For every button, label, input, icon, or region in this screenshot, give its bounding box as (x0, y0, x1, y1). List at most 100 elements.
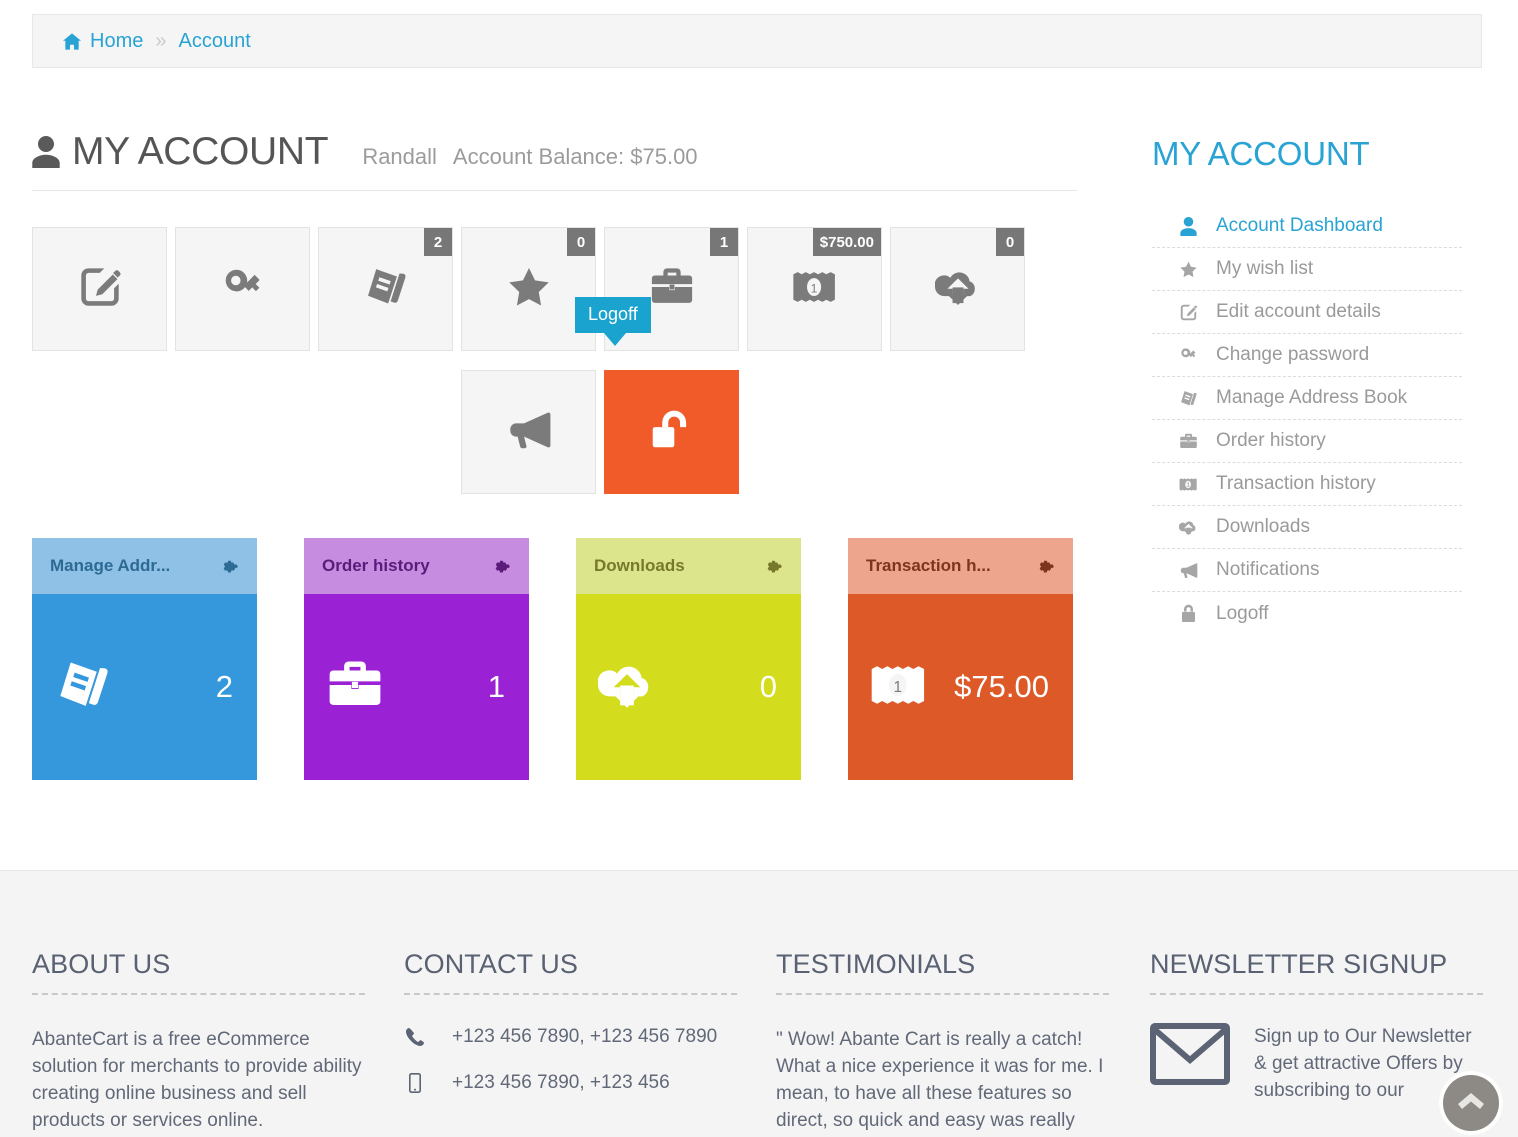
breadcrumb-home-label: Home (90, 29, 144, 52)
unlock-icon (649, 407, 695, 458)
user-icon (32, 136, 60, 168)
stat-tile-body: 1 $75.00 (848, 594, 1073, 780)
gear-icon[interactable] (492, 557, 511, 576)
icon-tile-edit-account-details[interactable] (32, 227, 167, 351)
icon-tile-badge: 0 (567, 228, 595, 256)
stat-tile-downloads[interactable]: Downloads 0 (576, 538, 801, 780)
footer-about-us: ABOUT US AbanteCart is a free eCommerce … (32, 949, 367, 1134)
sidebar-item-logoff[interactable]: Logoff (1152, 592, 1462, 635)
breadcrumb-separator: » (155, 29, 167, 52)
stat-tile-value: 1 (487, 669, 505, 704)
svg-text:1: 1 (894, 678, 903, 695)
cloud-download-icon (1178, 518, 1198, 537)
stat-tile-order-history[interactable]: Order history 1 (304, 538, 529, 780)
footer-newsletter: NEWSLETTER SIGNUP Sign up to Our Newslet… (1150, 949, 1485, 1104)
book-icon (363, 264, 409, 315)
sidebar-item-label: Logoff (1216, 602, 1269, 624)
stat-tile-header: Downloads (576, 538, 801, 594)
divider (1150, 993, 1483, 995)
divider (32, 993, 365, 995)
stat-tile-header: Transaction h... (848, 538, 1073, 594)
sidebar-item-label: Manage Address Book (1216, 387, 1408, 408)
stat-tile-body: 2 (32, 594, 257, 780)
logoff-tooltip: Logoff (575, 297, 651, 346)
sidebar-item-label: Account Dashboard (1216, 215, 1383, 236)
gear-icon[interactable] (1036, 557, 1055, 576)
star-icon (1178, 260, 1198, 279)
stat-tile-value: $75.00 (954, 669, 1049, 704)
sidebar-item-downloads[interactable]: Downloads (1152, 506, 1462, 549)
briefcase-icon (326, 656, 384, 719)
key-icon (220, 264, 266, 315)
key-icon (1178, 346, 1198, 365)
footer-contact-heading: CONTACT US (404, 949, 579, 979)
pencil-square-icon (1178, 303, 1198, 322)
sidebar-item-my-wish-list[interactable]: My wish list (1152, 248, 1462, 291)
money-icon: 1 (870, 656, 928, 719)
stat-tile-header: Order history (304, 538, 529, 594)
icon-tile-logoff[interactable] (604, 370, 739, 494)
briefcase-icon (1178, 432, 1198, 451)
stat-tile-manage-address-book[interactable]: Manage Addr... 2 (32, 538, 257, 780)
footer-testimonials-heading: TESTIMONIALS (776, 949, 976, 979)
book-icon (1178, 389, 1198, 408)
icon-tile-badge: 0 (996, 228, 1024, 256)
cloud-download-icon (597, 656, 656, 719)
icon-tile-badge: 2 (424, 228, 452, 256)
home-icon (63, 32, 81, 50)
sidebar-title: MY ACCOUNT (1152, 135, 1370, 172)
icon-tile-downloads[interactable]: 0 (890, 227, 1025, 351)
footer-phone-row: +123 456 7890, +123 456 7890 (404, 1026, 739, 1048)
phone-icon (404, 1027, 426, 1047)
sidebar-item-transaction-history[interactable]: 1 Transaction history (1152, 463, 1462, 506)
icon-tile-change-password[interactable] (175, 227, 310, 351)
sidebar-item-edit-account-details[interactable]: Edit account details (1152, 291, 1462, 334)
chevron-up-icon (1457, 1091, 1485, 1116)
icon-tile-notifications[interactable] (461, 370, 596, 494)
sidebar-item-notifications[interactable]: Notifications (1152, 549, 1462, 592)
scroll-to-top-button[interactable] (1443, 1075, 1499, 1131)
breadcrumb-account[interactable]: Account (178, 30, 250, 53)
page-header: MY ACCOUNT Randall Account Balance: $75.0… (32, 130, 1077, 191)
megaphone-icon (1178, 561, 1198, 580)
sidebar-item-order-history[interactable]: Order history (1152, 420, 1462, 463)
sidebar-item-account-dashboard[interactable]: Account Dashboard (1152, 205, 1462, 248)
breadcrumb-home[interactable]: Home (63, 30, 143, 53)
stat-tile-title: Transaction h... (866, 556, 991, 575)
sidebar-item-manage-address-book[interactable]: Manage Address Book (1152, 377, 1462, 420)
money-icon: 1 (792, 264, 838, 315)
footer-about-heading: ABOUT US (32, 949, 171, 979)
stat-tile-value: 0 (759, 669, 777, 704)
sidebar-item-label: Notifications (1216, 559, 1320, 580)
account-username: Randall (362, 144, 437, 169)
money-icon: 1 (1178, 475, 1198, 494)
sidebar-item-label: Order history (1216, 430, 1326, 451)
icon-tile-manage-address-book[interactable]: 2 (318, 227, 453, 351)
svg-text:1: 1 (1186, 482, 1189, 488)
stat-tile-value: 2 (215, 669, 233, 704)
account-main: MY ACCOUNT Randall Account Balance: $75.0… (32, 130, 1077, 780)
sidebar-item-label: Change password (1216, 344, 1370, 365)
account-balance: Account Balance: $75.00 (452, 144, 698, 169)
gear-icon[interactable] (220, 557, 239, 576)
icon-tile-transaction-history[interactable]: 1 $750.00 (747, 227, 882, 351)
stat-tile-header: Manage Addr... (32, 538, 257, 594)
sidebar-item-label: My wish list (1216, 258, 1314, 279)
book-icon (54, 656, 112, 719)
footer-about-text: AbanteCart is a free eCommerce solution … (32, 1029, 362, 1131)
footer-contact-us: CONTACT US +123 456 7890, +123 456 7890 … (404, 949, 739, 1118)
account-icon-grid: 2 0 1 1 $750.00 0 Logoff (32, 227, 1077, 502)
gear-icon[interactable] (764, 557, 783, 576)
footer-mobile-row: +123 456 7890, +123 456 (404, 1072, 739, 1094)
footer-testimonials-text: " Wow! Abante Cart is really a catch! Wh… (776, 1029, 1104, 1131)
sidebar-item-label: Downloads (1216, 516, 1310, 537)
star-icon (506, 264, 552, 315)
user-icon (1178, 216, 1198, 236)
sidebar-item-change-password[interactable]: Change password (1152, 334, 1462, 377)
stat-tile-body: 1 (304, 594, 529, 780)
divider (404, 993, 737, 995)
megaphone-icon (506, 407, 552, 458)
stat-tile-title: Manage Addr... (50, 556, 171, 575)
stat-tile-transaction-history[interactable]: Transaction h... 1 $75.00 (848, 538, 1073, 780)
footer-testimonials: TESTIMONIALS " Wow! Abante Cart is reall… (776, 949, 1111, 1134)
